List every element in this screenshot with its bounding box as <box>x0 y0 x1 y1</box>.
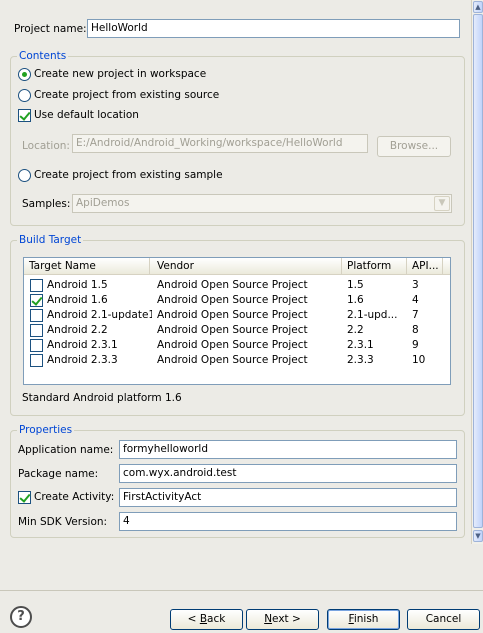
cell-platform: 2.3.1 <box>347 339 374 351</box>
cell-platform: 2.2 <box>347 324 364 336</box>
application-name-label: Application name: <box>18 444 114 456</box>
target-checkbox[interactable] <box>30 279 43 292</box>
target-description: Standard Android platform 1.6 <box>22 392 182 404</box>
scroll-up-icon[interactable]: ▲ <box>473 1 483 13</box>
button-bar-divider <box>0 590 483 591</box>
back-button[interactable]: < Back <box>170 609 243 630</box>
properties-legend: Properties <box>17 424 75 437</box>
create-from-existing-source-radio[interactable] <box>18 89 31 102</box>
cell-vendor: Android Open Source Project <box>157 339 308 351</box>
use-default-location-checkbox[interactable] <box>18 109 31 122</box>
cell-vendor: Android Open Source Project <box>157 354 308 366</box>
cell-api: 10 <box>412 354 426 366</box>
cell-platform: 2.3.3 <box>347 354 374 366</box>
column-vendor[interactable]: Vendor <box>152 258 342 275</box>
cell-api: 9 <box>412 339 419 351</box>
target-checkbox[interactable] <box>30 324 43 337</box>
project-name-input[interactable]: HelloWorld <box>87 19 460 38</box>
min-sdk-label: Min SDK Version: <box>18 516 108 528</box>
cell-vendor: Android Open Source Project <box>157 279 308 291</box>
back-button-mnemonic: B <box>199 613 208 625</box>
create-activity-input[interactable]: FirstActivityAct <box>119 488 457 507</box>
finish-button[interactable]: Finish <box>327 609 400 630</box>
samples-select[interactable]: ApiDemos ▼ <box>72 194 452 213</box>
create-new-project-label[interactable]: Create new project in workspace <box>34 67 206 81</box>
target-checkbox[interactable] <box>30 339 43 352</box>
min-sdk-input[interactable]: 4 <box>119 512 457 531</box>
help-icon[interactable]: ? <box>10 606 32 628</box>
cell-vendor: Android Open Source Project <box>157 324 308 336</box>
table-header: Target Name Vendor Platform API... <box>24 258 450 275</box>
target-checkbox[interactable] <box>30 354 43 367</box>
cancel-button[interactable]: Cancel <box>407 609 480 630</box>
target-checkbox[interactable] <box>30 294 43 307</box>
column-target-name[interactable]: Target Name <box>24 258 150 275</box>
table-row[interactable]: Android 1.5 Android Open Source Project 1.… <box>24 278 450 293</box>
build-target-legend: Build Target <box>17 234 84 247</box>
cell-name: Android 1.5 <box>47 279 108 291</box>
cell-name: Android 2.3.1 <box>47 339 118 351</box>
cell-name: Android 2.1-update1 <box>47 309 152 321</box>
cell-platform: 1.6 <box>347 294 364 306</box>
finish-button-label: inish <box>353 613 379 625</box>
location-label: Location: <box>22 140 70 152</box>
vertical-scrollbar[interactable]: ▲ ▼ <box>471 0 483 544</box>
create-from-sample-label[interactable]: Create project from existing sample <box>34 168 223 182</box>
column-api[interactable]: API... <box>407 258 443 275</box>
table-row[interactable]: Android 2.1-update1 Android Open Source P… <box>24 308 450 323</box>
cell-platform: 2.1-upd... <box>347 309 398 321</box>
cell-vendor: Android Open Source Project <box>157 309 308 321</box>
package-name-label: Package name: <box>18 468 99 480</box>
cell-api: 3 <box>412 279 419 291</box>
table-row[interactable]: Android 2.3.1 Android Open Source Project… <box>24 338 450 353</box>
column-platform[interactable]: Platform <box>342 258 407 275</box>
back-button-label: ack <box>207 613 226 625</box>
cell-name: Android 1.6 <box>47 294 108 306</box>
browse-button[interactable]: Browse... <box>377 136 451 157</box>
target-checkbox[interactable] <box>30 309 43 322</box>
help-icon-glyph: ? <box>17 609 25 624</box>
project-name-label: Project name: <box>14 23 87 35</box>
cell-api: 8 <box>412 324 419 336</box>
next-button-label: ext > <box>272 613 301 625</box>
cell-platform: 1.5 <box>347 279 364 291</box>
create-activity-checkbox[interactable] <box>18 491 31 504</box>
use-default-location-label[interactable]: Use default location <box>34 108 139 122</box>
location-input[interactable]: E:/Android/Android_Working/workspace/Hel… <box>72 134 368 153</box>
create-from-existing-source-label[interactable]: Create project from existing source <box>34 88 219 102</box>
table-row[interactable]: Android 2.2 Android Open Source Project 2.… <box>24 323 450 338</box>
back-button-prefix: < <box>187 613 200 625</box>
scroll-down-icon[interactable]: ▼ <box>473 530 483 542</box>
samples-label: Samples: <box>22 198 71 210</box>
cell-name: Android 2.2 <box>47 324 108 336</box>
application-name-input[interactable]: formyhelloworld <box>119 440 457 459</box>
next-button-mnemonic: N <box>264 613 273 625</box>
cell-name: Android 2.3.3 <box>47 354 118 366</box>
cell-api: 7 <box>412 309 419 321</box>
create-activity-label[interactable]: Create Activity: <box>34 490 114 504</box>
create-from-sample-radio[interactable] <box>18 169 31 182</box>
table-row[interactable]: Android 2.3.3 Android Open Source Project… <box>24 353 450 368</box>
table-row[interactable]: Android 1.6 Android Open Source Project 1.… <box>24 293 450 308</box>
scrollbar-thumb[interactable] <box>473 14 483 528</box>
build-target-table[interactable]: Target Name Vendor Platform API... Andro… <box>23 257 451 385</box>
create-new-project-radio[interactable] <box>18 68 31 81</box>
samples-value: ApiDemos <box>76 197 130 209</box>
cell-vendor: Android Open Source Project <box>157 294 308 306</box>
chevron-down-icon[interactable]: ▼ <box>434 196 450 211</box>
contents-legend: Contents <box>17 50 69 63</box>
package-name-input[interactable]: com.wyx.android.test <box>119 464 457 483</box>
next-button[interactable]: Next > <box>246 609 319 630</box>
cell-api: 4 <box>412 294 419 306</box>
